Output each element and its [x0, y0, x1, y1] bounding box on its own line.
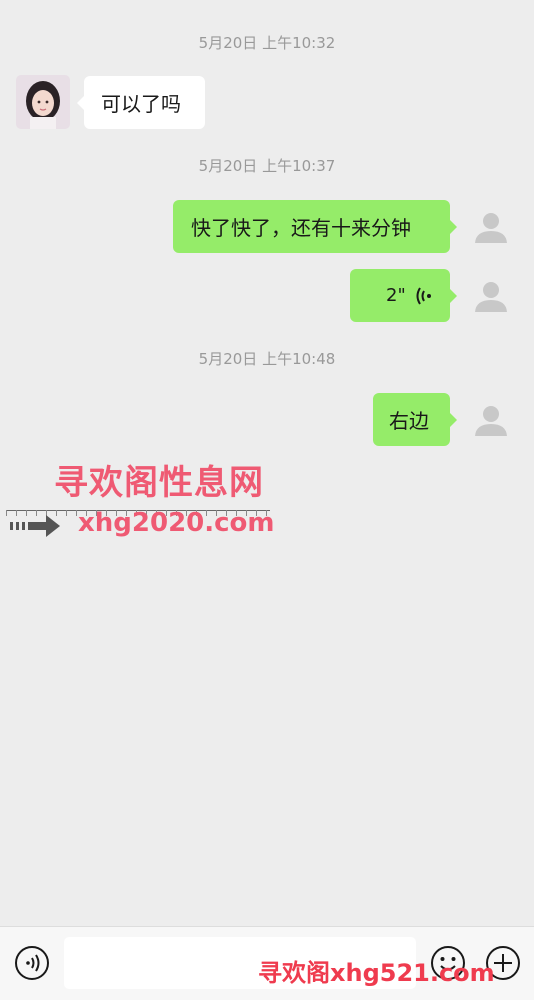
incoming-message[interactable]: 可以了吗 — [77, 76, 205, 129]
voice-wave-icon — [416, 286, 431, 305]
timestamp: 5月20日 上午10:37 — [198, 157, 336, 175]
timestamp: 5月20日 上午10:48 — [198, 350, 336, 368]
outgoing-message[interactable]: 快了快了，还有十来分钟 — [173, 200, 457, 253]
voice-message[interactable]: 2" — [350, 269, 457, 322]
outgoing-message[interactable]: 右边 — [373, 393, 457, 446]
contact-avatar[interactable] — [16, 75, 70, 129]
voice-duration: 2" — [386, 285, 406, 306]
voice-toggle-icon[interactable] — [14, 945, 50, 981]
message-text: 右边 — [389, 409, 429, 433]
user-placeholder-icon — [475, 213, 507, 243]
watermark-url: xhg2020.com — [78, 508, 275, 538]
input-bar: 寻欢阁xhg521.com — [0, 926, 534, 1000]
user-placeholder-icon — [475, 406, 507, 436]
user-placeholder-icon — [475, 282, 507, 312]
message-text: 快了快了，还有十来分钟 — [191, 216, 411, 240]
my-avatar[interactable] — [464, 200, 518, 254]
arrow-right-icon — [10, 515, 60, 537]
my-avatar[interactable] — [464, 393, 518, 447]
my-avatar[interactable] — [464, 269, 518, 323]
message-text: 可以了吗 — [101, 92, 181, 116]
timestamp: 5月20日 上午10:32 — [198, 34, 336, 52]
watermark-title: 寻欢阁性息网 — [54, 463, 264, 503]
bottom-watermark: 寻欢阁xhg521.com — [258, 959, 495, 987]
